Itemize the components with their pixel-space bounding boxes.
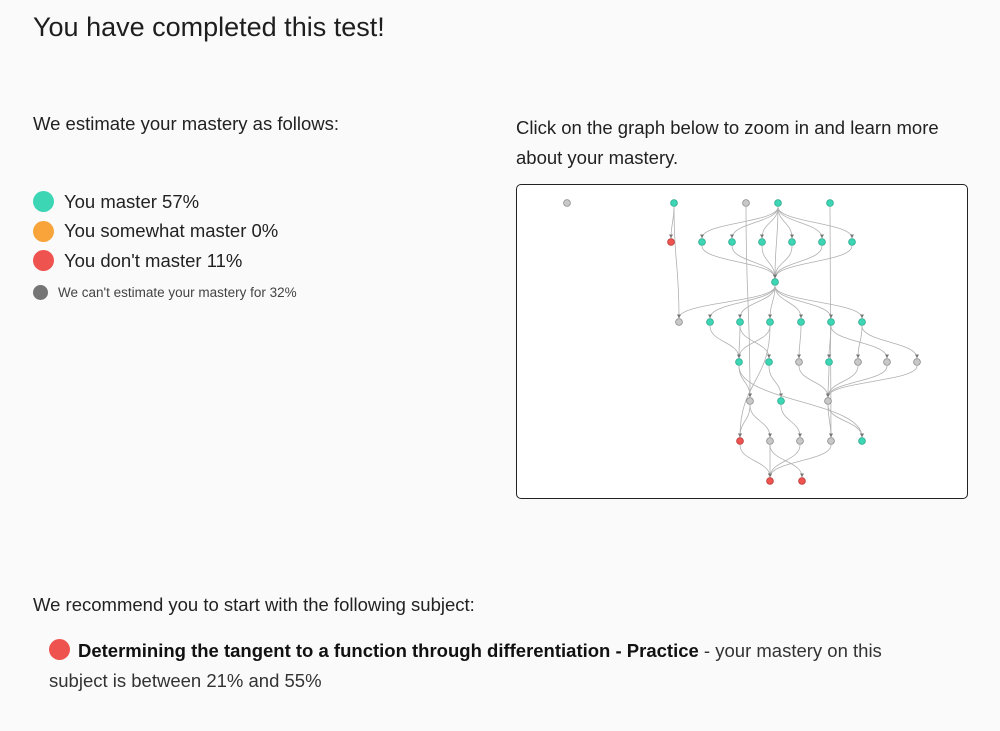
graph-node[interactable] bbox=[824, 397, 832, 405]
graph-edge bbox=[669, 206, 675, 239]
graph-edge bbox=[739, 444, 772, 478]
graph-node[interactable] bbox=[795, 358, 803, 366]
graph-edge bbox=[708, 285, 776, 319]
graph-node[interactable] bbox=[667, 238, 675, 246]
graph-edge bbox=[738, 404, 751, 438]
graph-edge bbox=[780, 404, 802, 438]
mastery-graph-canvas[interactable] bbox=[517, 185, 967, 498]
graph-edge bbox=[745, 206, 752, 398]
graph-node[interactable] bbox=[563, 199, 571, 207]
master-dot-icon bbox=[33, 191, 54, 213]
mastery-graph[interactable] bbox=[516, 184, 968, 499]
unknown-dot-icon bbox=[33, 284, 48, 300]
graph-node[interactable] bbox=[827, 437, 835, 445]
graph-node[interactable] bbox=[765, 358, 773, 366]
graph-edge bbox=[709, 325, 741, 359]
graph-edge bbox=[738, 285, 776, 319]
graph-node[interactable] bbox=[670, 199, 678, 207]
graph-node[interactable] bbox=[766, 477, 774, 485]
graph-node[interactable] bbox=[854, 358, 862, 366]
graph-node[interactable] bbox=[728, 238, 736, 246]
graph-node[interactable] bbox=[827, 318, 835, 326]
legend-not-master-label: You don't master 11% bbox=[64, 249, 243, 271]
graph-node[interactable] bbox=[706, 318, 714, 326]
graph-node[interactable] bbox=[858, 437, 866, 445]
graph-edge bbox=[773, 206, 779, 279]
graph-edge bbox=[677, 285, 776, 319]
subject-detail-suffix: subject is between 21% and 55% bbox=[49, 670, 322, 691]
graph-node[interactable] bbox=[777, 397, 785, 405]
graph-edge bbox=[774, 285, 803, 319]
subject-detail-prefix: - your mastery on this bbox=[698, 640, 882, 661]
legend-master-label: You master 57% bbox=[64, 190, 200, 212]
graph-edge bbox=[737, 325, 771, 359]
subject-status-dot-icon bbox=[49, 639, 70, 660]
graph-node[interactable] bbox=[736, 318, 744, 326]
graph-edge bbox=[769, 444, 804, 478]
graph-node[interactable] bbox=[858, 318, 866, 326]
graph-edge bbox=[700, 206, 779, 239]
graph-node[interactable] bbox=[848, 238, 856, 246]
recommend-intro: We recommend you to start with the follo… bbox=[33, 594, 475, 615]
graph-edge bbox=[826, 365, 918, 398]
legend-not-master: You don't master 11% bbox=[33, 246, 297, 276]
graph-edge bbox=[797, 325, 802, 359]
legend-somewhat: You somewhat master 0% bbox=[33, 217, 297, 247]
graph-edge bbox=[768, 444, 801, 478]
graph-edge bbox=[673, 206, 681, 319]
graph-node[interactable] bbox=[826, 199, 834, 207]
graph-node[interactable] bbox=[913, 358, 921, 366]
graph-edge bbox=[826, 365, 859, 398]
page-title: You have completed this test! bbox=[33, 12, 385, 42]
graph-node[interactable] bbox=[766, 437, 774, 445]
graph-node[interactable] bbox=[742, 199, 750, 207]
graph-node[interactable] bbox=[758, 238, 766, 246]
legend-somewhat-label: You somewhat master 0% bbox=[64, 220, 279, 242]
graph-edge bbox=[749, 404, 772, 438]
graph-node[interactable] bbox=[735, 358, 743, 366]
graph-node[interactable] bbox=[675, 318, 683, 326]
graph-node[interactable] bbox=[698, 238, 706, 246]
mastery-intro: We estimate your mastery as follows: bbox=[33, 113, 340, 134]
graph-node[interactable] bbox=[796, 437, 804, 445]
graph-edge bbox=[798, 365, 830, 398]
legend-unknown: We can't estimate your mastery for 32% bbox=[33, 278, 297, 308]
graph-edge bbox=[777, 206, 854, 239]
graph-node[interactable] bbox=[818, 238, 826, 246]
graph-edge bbox=[861, 325, 919, 359]
recommended-subject-link[interactable]: Determining the tangent to a function th… bbox=[78, 640, 699, 661]
graph-node[interactable] bbox=[788, 238, 796, 246]
graph-edge bbox=[830, 325, 889, 359]
graph-edge bbox=[826, 365, 888, 398]
graph-node[interactable] bbox=[746, 397, 754, 405]
graph-edge bbox=[827, 404, 864, 438]
graph-node[interactable] bbox=[771, 278, 779, 286]
graph-node[interactable] bbox=[766, 318, 774, 326]
graph-node[interactable] bbox=[825, 358, 833, 366]
somewhat-dot-icon bbox=[33, 220, 54, 242]
graph-node[interactable] bbox=[883, 358, 891, 366]
graph-edge bbox=[773, 245, 853, 279]
graph-edge bbox=[701, 245, 777, 279]
graph-node[interactable] bbox=[774, 199, 782, 207]
legend-master: You master 57% bbox=[33, 187, 297, 217]
graph-hint: Click on the graph below to zoom in and … bbox=[516, 117, 939, 168]
recommended-subject: Determining the tangent to a function th… bbox=[49, 636, 949, 696]
graph-edge bbox=[774, 285, 833, 319]
graph-node[interactable] bbox=[797, 318, 805, 326]
legend-unknown-label: We can't estimate your mastery for 32% bbox=[58, 284, 297, 300]
not-master-dot-icon bbox=[33, 250, 54, 272]
graph-node[interactable] bbox=[736, 437, 744, 445]
mastery-legend: You master 57% You somewhat master 0% Yo… bbox=[33, 187, 297, 307]
graph-node[interactable] bbox=[798, 477, 806, 485]
